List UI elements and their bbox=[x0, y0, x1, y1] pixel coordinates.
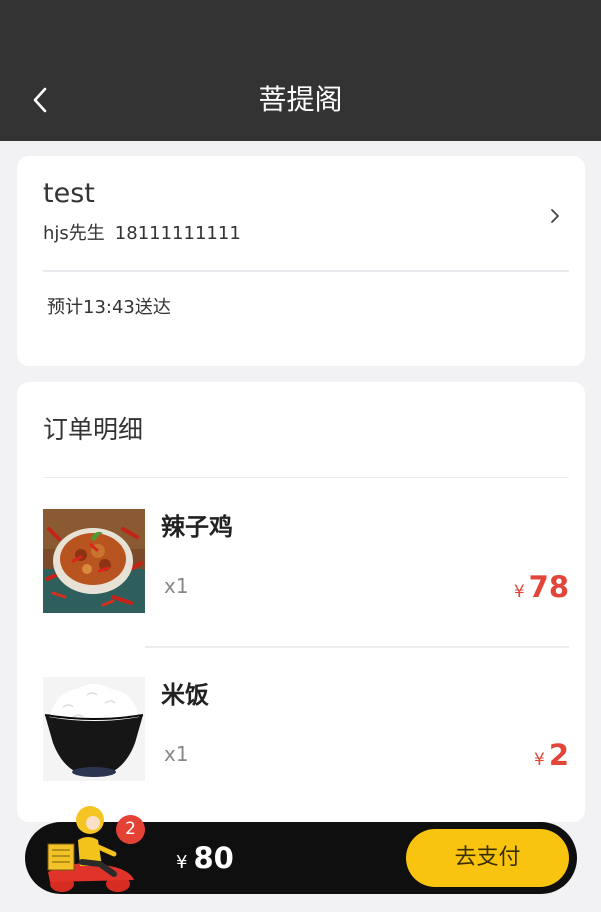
currency-symbol: ¥ bbox=[533, 750, 545, 770]
total-value: 80 bbox=[193, 841, 234, 875]
item-quantity: x1 bbox=[164, 574, 189, 598]
item-price: ¥78 bbox=[514, 569, 569, 610]
item-quantity: x1 bbox=[164, 742, 189, 766]
order-item: 米饭 x1 ¥2 bbox=[43, 677, 569, 781]
item-name: 辣子鸡 bbox=[161, 513, 233, 541]
currency-symbol: ¥ bbox=[513, 582, 525, 602]
contact-phone: 18111111111 bbox=[114, 223, 241, 244]
order-detail-card: 订单明细 辣子鸡 x1 ¥78 米饭 x1 ¥ 2 bbox=[17, 382, 585, 822]
divider bbox=[145, 646, 569, 648]
order-detail-title: 订单明细 bbox=[43, 415, 144, 444]
item-price: ¥2 bbox=[534, 737, 569, 778]
dish-image-rice bbox=[43, 677, 145, 781]
pay-button[interactable]: 去支付 bbox=[406, 829, 569, 887]
page-title: 菩提阁 bbox=[258, 83, 343, 116]
address-name: test bbox=[43, 178, 95, 209]
contact-name: hjs先生 bbox=[43, 223, 105, 244]
item-name: 米饭 bbox=[161, 681, 209, 709]
delivery-rider-icon[interactable] bbox=[40, 800, 140, 895]
chevron-right-icon bbox=[551, 209, 559, 223]
address-contact: hjs先生 18111111111 bbox=[43, 220, 241, 248]
divider bbox=[43, 270, 569, 272]
dish-image-spicy-chicken bbox=[43, 509, 145, 613]
price-value: 2 bbox=[548, 738, 569, 772]
order-item: 辣子鸡 x1 ¥78 bbox=[43, 509, 569, 613]
cart-total-price: ¥80 bbox=[176, 838, 234, 883]
delivery-eta: 预计13:43送达 bbox=[47, 297, 171, 318]
currency-symbol: ¥ bbox=[176, 852, 188, 873]
divider bbox=[43, 477, 569, 478]
cart-count-badge: 2 bbox=[116, 815, 145, 844]
address-select-button[interactable] bbox=[545, 204, 565, 228]
delivery-address-card[interactable]: test hjs先生 18111111111 预计13:43送达 bbox=[17, 156, 585, 366]
top-header: 菩提阁 bbox=[0, 0, 601, 141]
price-value: 78 bbox=[528, 570, 569, 604]
